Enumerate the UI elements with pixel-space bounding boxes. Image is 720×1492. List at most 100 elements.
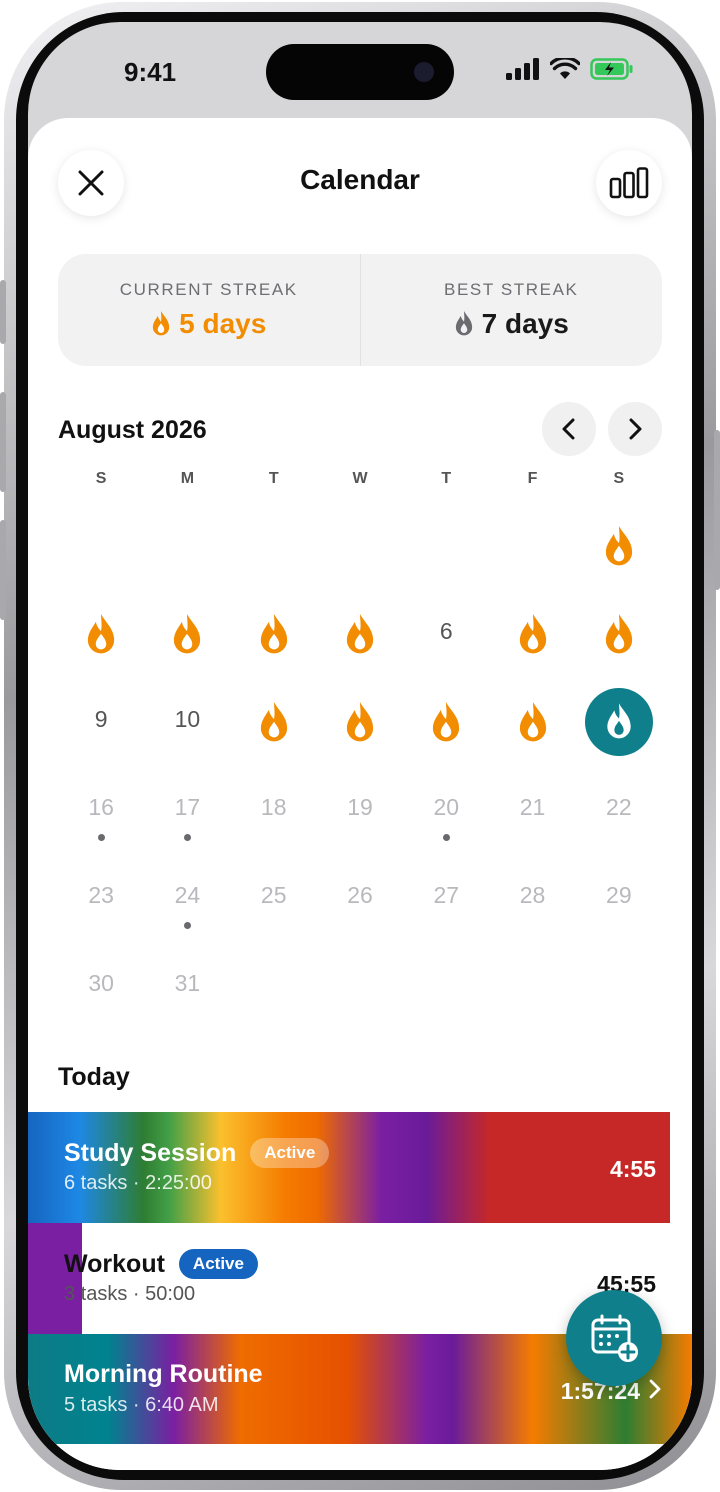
day-cell-29[interactable]: 29	[576, 862, 662, 950]
day-cell-6[interactable]: 6	[403, 598, 489, 686]
weekday-label: S	[95, 470, 107, 487]
calendar-weeks: 6 9 10 16 17 18 19 20 21 22 23 24 25 26 27 28 29 30 31	[58, 510, 662, 1038]
side-button	[714, 430, 720, 590]
empty-day-cell	[403, 510, 489, 598]
day-cell-17[interactable]: 17	[144, 774, 230, 862]
day-cell-25[interactable]: 25	[231, 862, 317, 950]
session-meta: 3 tasks · 50:00	[64, 1283, 196, 1305]
current-streak-row: 5 days	[151, 308, 266, 340]
side-button	[0, 520, 6, 620]
empty-day-cell	[231, 510, 317, 598]
prev-month-button[interactable]	[542, 402, 596, 456]
day-cell-26[interactable]: 26	[317, 862, 403, 950]
session-name: Study Session	[64, 1138, 237, 1167]
flame-icon	[260, 614, 287, 654]
side-button	[0, 392, 6, 492]
flame-icon	[88, 614, 115, 654]
flame-icon	[260, 702, 287, 742]
empty-day-cell	[58, 510, 144, 598]
day-cell-5[interactable]	[317, 598, 403, 686]
day-cell-16[interactable]: 16	[58, 774, 144, 862]
flame-icon	[346, 702, 374, 742]
day-cell-13[interactable]	[403, 686, 489, 774]
day-number: 19	[347, 794, 373, 820]
flame-icon	[605, 526, 632, 566]
session-meta: 6 tasks · 2:25:00	[64, 1172, 212, 1194]
day-cell-28[interactable]: 28	[489, 862, 575, 950]
day-number: 9	[94, 706, 108, 732]
day-cell-12[interactable]	[317, 686, 403, 774]
session-title-row: Workout Active	[64, 1249, 258, 1279]
day-cell-23[interactable]: 23	[58, 862, 144, 950]
day-cell-24[interactable]: 24	[144, 862, 230, 950]
weekday-label: T	[441, 470, 452, 487]
day-number: 23	[88, 882, 114, 908]
flame-icon	[433, 702, 460, 742]
day-cell-21[interactable]: 21	[489, 774, 575, 862]
calendar-grid: S M T W T F S 6 9 10 16 17 18 19 20 21 22 23 24 25 26…	[58, 470, 662, 1038]
day-cell-31[interactable]: 31	[144, 950, 230, 1038]
day-number: 16	[88, 794, 114, 820]
flame-icon	[346, 614, 374, 654]
wifi-icon	[550, 58, 580, 79]
day-cell-11[interactable]	[231, 686, 317, 774]
day-cell-4[interactable]	[231, 598, 317, 686]
calendar-week: 6	[58, 598, 662, 686]
chevron-right-icon	[629, 418, 642, 440]
day-cell-27[interactable]: 27	[403, 862, 489, 950]
day-cell-2[interactable]	[58, 598, 144, 686]
day-number: 20	[433, 794, 460, 820]
streak-card: CURRENT STREAK 5 days BEST STREAK 7 days	[58, 254, 662, 366]
empty-day-cell	[576, 950, 662, 1038]
day-number: 10	[174, 706, 201, 732]
day-cell-20[interactable]: 20	[403, 774, 489, 862]
weekday-label: S	[613, 470, 625, 487]
day-number: 26	[347, 882, 373, 908]
day-cell-8[interactable]	[576, 598, 662, 686]
day-cell-30[interactable]: 30	[58, 950, 144, 1038]
day-cell-7[interactable]	[489, 598, 575, 686]
day-cell-22[interactable]: 22	[576, 774, 662, 862]
day-number: 30	[88, 970, 114, 996]
day-number: 29	[606, 882, 632, 908]
chevron-left-icon	[562, 418, 575, 440]
next-month-button[interactable]	[608, 402, 662, 456]
day-number: 17	[174, 794, 201, 820]
event-dot	[97, 834, 105, 841]
day-cell-19[interactable]: 19	[317, 774, 403, 862]
session-card-study[interactable]: Study Session Active 6 tasks · 2:25:00 4…	[28, 1112, 670, 1223]
current-streak-label: CURRENT STREAK	[119, 280, 298, 299]
day-cell-3[interactable]	[144, 598, 230, 686]
day-cell-10[interactable]: 10	[144, 686, 230, 774]
add-to-calendar-button[interactable]	[566, 1290, 662, 1386]
day-cell-15[interactable]	[576, 686, 662, 774]
empty-day-cell	[403, 950, 489, 1038]
day-number: 18	[260, 794, 287, 820]
session-title-row: Study Session Active	[64, 1138, 330, 1168]
session-name: Workout	[64, 1249, 165, 1278]
session-name: Morning Routine	[64, 1360, 263, 1388]
day-cell-1[interactable]	[576, 510, 662, 598]
day-cell-9[interactable]: 9	[58, 686, 144, 774]
empty-day-cell	[144, 510, 230, 598]
best-streak-value: 7 days	[481, 308, 569, 339]
flame-icon	[153, 311, 170, 336]
status-bar: 9:41	[28, 22, 692, 122]
day-number: 25	[260, 882, 287, 908]
calendar-add-icon	[591, 1314, 638, 1362]
day-number: 22	[606, 794, 632, 820]
side-button	[0, 280, 6, 344]
weekday-label: W	[352, 470, 368, 487]
weekday-header: S M T W T F S	[58, 470, 662, 500]
flame-icon	[174, 614, 201, 654]
day-cell-18[interactable]: 18	[231, 774, 317, 862]
day-cell-14[interactable]	[489, 686, 575, 774]
bar-chart-icon	[609, 167, 649, 199]
stats-button[interactable]	[596, 150, 662, 216]
active-badge: Active	[178, 1249, 258, 1279]
current-streak-value: 5 days	[179, 308, 267, 339]
day-number: 6	[439, 618, 453, 644]
empty-day-cell	[317, 950, 403, 1038]
flame-icon	[605, 614, 632, 654]
event-dot	[442, 834, 450, 841]
